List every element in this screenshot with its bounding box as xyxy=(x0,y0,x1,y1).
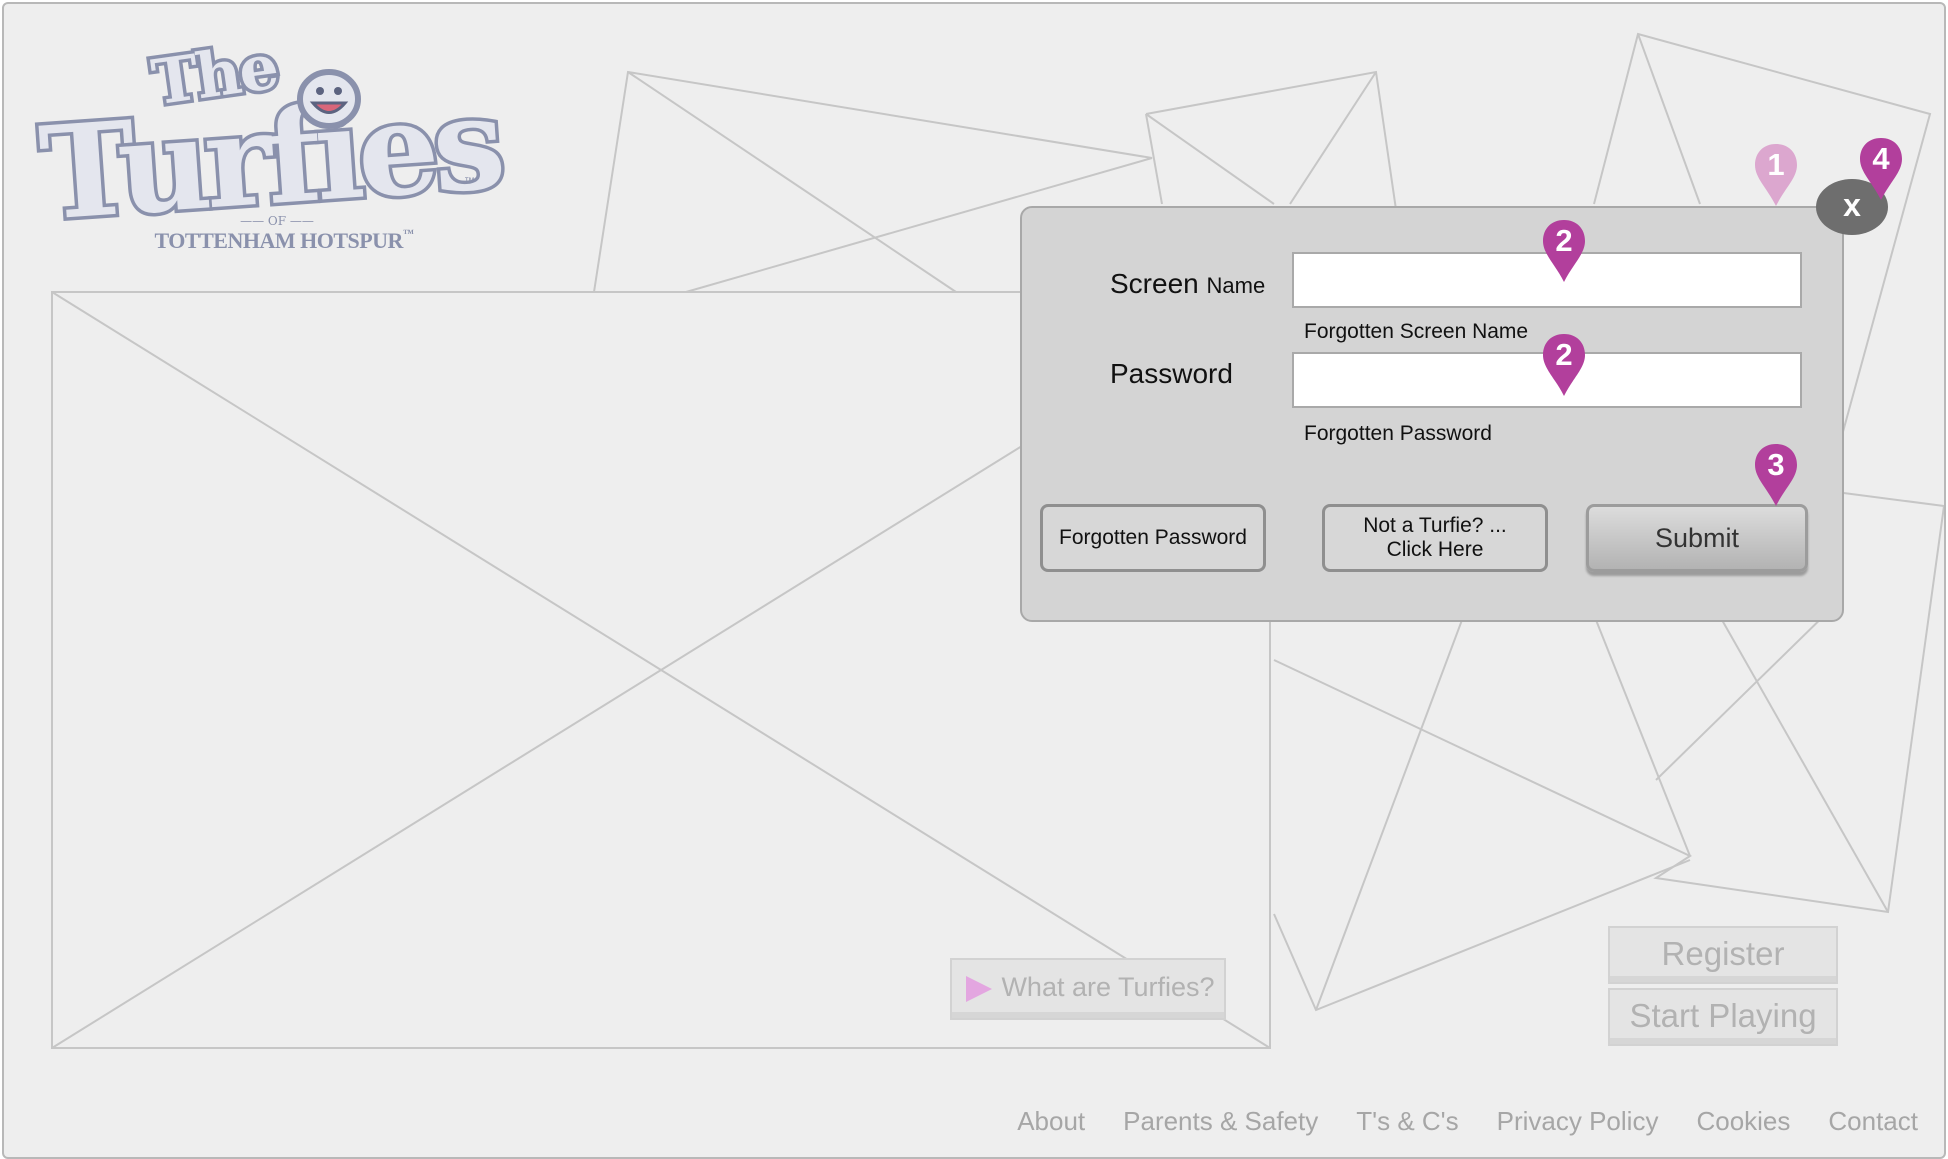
forgotten-screen-name-link[interactable]: Forgotten Screen Name xyxy=(1304,320,1528,344)
annotation-pin-4: 4 xyxy=(1858,136,1904,204)
footer-nav: About Parents & Safety T's & C's Privacy… xyxy=(1017,1106,1918,1137)
forgotten-password-button[interactable]: Forgotten Password xyxy=(1040,504,1266,572)
annotation-pin-2a: 2 xyxy=(1541,218,1587,286)
submit-button[interactable]: Submit xyxy=(1586,504,1808,572)
annotation-pin-1: 1 xyxy=(1753,142,1799,210)
footer-link-terms[interactable]: T's & C's xyxy=(1356,1106,1458,1137)
login-dialog: Screen Name Forgotten Screen Name Passwo… xyxy=(1020,206,1844,622)
page-frame: The Turfies ™ —— OF —— TOTTENHAM HOTSPUR… xyxy=(2,2,1946,1159)
annotation-pin-2b: 2 xyxy=(1541,332,1587,400)
logo-subtitle: TOTTENHAM HOTSPUR™ xyxy=(154,228,414,253)
logo-trademark: ™ xyxy=(464,176,475,188)
annotation-pin-3: 3 xyxy=(1753,442,1799,510)
mascot-face-icon xyxy=(297,69,361,129)
not-a-turfie-line1: Not a Turfie? ... xyxy=(1363,514,1507,537)
annotation-pin-label: 2 xyxy=(1555,223,1573,258)
forgotten-password-link[interactable]: Forgotten Password xyxy=(1304,422,1492,446)
password-label: Password xyxy=(1110,358,1233,389)
start-playing-button[interactable]: Start Playing xyxy=(1608,988,1838,1046)
footer-link-parents-safety[interactable]: Parents & Safety xyxy=(1123,1106,1318,1137)
register-button[interactable]: Register xyxy=(1608,926,1838,984)
footer-link-privacy[interactable]: Privacy Policy xyxy=(1497,1106,1659,1137)
not-a-turfie-line2: Click Here xyxy=(1386,538,1484,561)
screen-name-label: Screen Name xyxy=(1110,268,1266,299)
footer-link-contact[interactable]: Contact xyxy=(1828,1106,1918,1137)
annotation-pin-label: 3 xyxy=(1767,447,1785,482)
what-are-turfies-label: What are Turfies? xyxy=(1001,972,1215,1002)
footer-link-about[interactable]: About xyxy=(1017,1106,1085,1137)
not-a-turfie-button[interactable]: Not a Turfie? ... Click Here xyxy=(1322,504,1548,572)
what-are-turfies-button[interactable]: What are Turfies? xyxy=(950,958,1226,1020)
play-icon xyxy=(966,976,992,1002)
annotation-pin-label: 2 xyxy=(1555,337,1573,372)
logo-of-text: —— OF —— xyxy=(240,214,314,228)
turfies-logo[interactable]: The Turfies ™ —— OF —— TOTTENHAM HOTSPUR… xyxy=(32,26,508,253)
annotation-pin-label: 4 xyxy=(1872,141,1890,176)
footer-link-cookies[interactable]: Cookies xyxy=(1696,1106,1790,1137)
annotation-pin-label: 1 xyxy=(1767,147,1785,182)
